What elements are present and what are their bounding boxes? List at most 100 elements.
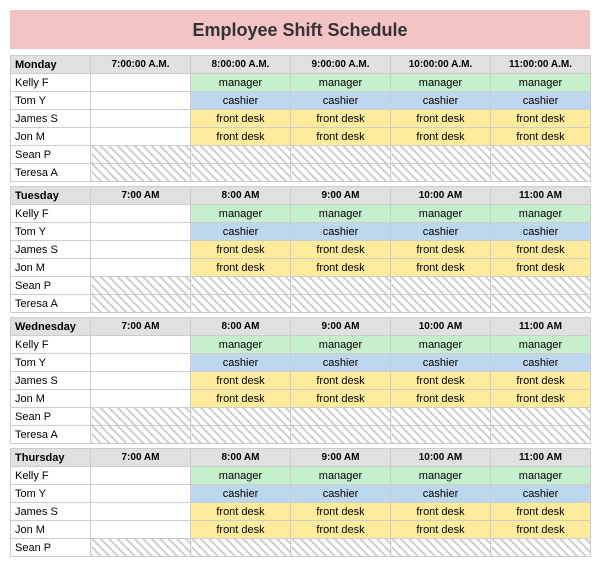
time-header-3-1: 8:00 AM	[191, 449, 291, 467]
table-row: Sean P	[11, 146, 591, 164]
employee-name: James S	[11, 503, 91, 521]
schedule-cell	[191, 164, 291, 182]
table-row: Kelly Fmanagermanagermanagermanager	[11, 336, 591, 354]
schedule-cell	[391, 426, 491, 444]
employee-name: Teresa A	[11, 426, 91, 444]
schedule-cell: front desk	[491, 259, 591, 277]
schedule-cell: manager	[391, 336, 491, 354]
schedule-cell: front desk	[291, 241, 391, 259]
schedule-cell: manager	[191, 74, 291, 92]
schedule-cell	[91, 503, 191, 521]
schedule-cell	[91, 390, 191, 408]
employee-name: Kelly F	[11, 205, 91, 223]
employee-name: Sean P	[11, 408, 91, 426]
schedule-cell	[491, 408, 591, 426]
schedule-cell: front desk	[291, 259, 391, 277]
employee-name: Sean P	[11, 146, 91, 164]
day-header-wednesday: Wednesday	[11, 318, 91, 336]
schedule-cell: front desk	[191, 390, 291, 408]
schedule-cell: manager	[191, 467, 291, 485]
employee-name: Kelly F	[11, 336, 91, 354]
table-row: Sean P	[11, 539, 591, 557]
schedule-cell	[91, 277, 191, 295]
employee-name: Jon M	[11, 259, 91, 277]
schedule-cell: manager	[391, 205, 491, 223]
time-header-1-0: 7:00 AM	[91, 187, 191, 205]
schedule-cell: manager	[291, 336, 391, 354]
time-header-0-4: 11:00:00 A.M.	[491, 56, 591, 74]
table-row: Teresa A	[11, 426, 591, 444]
employee-name: Tom Y	[11, 223, 91, 241]
schedule-cell: front desk	[491, 521, 591, 539]
schedule-cell	[491, 164, 591, 182]
schedule-cell	[91, 128, 191, 146]
schedule-cell: front desk	[391, 259, 491, 277]
schedule-cell: front desk	[191, 259, 291, 277]
table-row: Teresa A	[11, 164, 591, 182]
schedule-cell	[491, 539, 591, 557]
schedule-cell	[91, 74, 191, 92]
schedule-cell	[391, 295, 491, 313]
time-header-3-3: 10:00 AM	[391, 449, 491, 467]
schedule-cell: cashier	[291, 485, 391, 503]
schedule-cell	[391, 539, 491, 557]
schedule-cell: front desk	[491, 390, 591, 408]
employee-name: Kelly F	[11, 467, 91, 485]
schedule-cell: manager	[191, 336, 291, 354]
time-header-1-1: 8:00 AM	[191, 187, 291, 205]
schedule-cell: front desk	[291, 128, 391, 146]
table-row: Jon Mfront deskfront deskfront deskfront…	[11, 390, 591, 408]
schedule-cell	[91, 426, 191, 444]
schedule-cell	[491, 277, 591, 295]
table-row: Kelly Fmanagermanagermanagermanager	[11, 205, 591, 223]
schedule-cell: manager	[291, 74, 391, 92]
schedule-cell: front desk	[391, 521, 491, 539]
day-header-monday: Monday	[11, 56, 91, 74]
time-header-1-3: 10:00 AM	[391, 187, 491, 205]
schedule-cell	[391, 408, 491, 426]
table-row: Tom Ycashiercashiercashiercashier	[11, 92, 591, 110]
schedule-container: Monday7:00:00 A.M.8:00:00 A.M.9:00:00 A.…	[10, 55, 590, 557]
employee-name: Jon M	[11, 521, 91, 539]
table-row: James Sfront deskfront deskfront deskfro…	[11, 241, 591, 259]
schedule-cell: front desk	[391, 110, 491, 128]
title-section: Employee Shift Schedule	[10, 10, 590, 49]
schedule-cell: cashier	[291, 223, 391, 241]
schedule-cell	[191, 539, 291, 557]
table-row: Sean P	[11, 408, 591, 426]
schedule-cell: front desk	[291, 390, 391, 408]
schedule-cell	[291, 146, 391, 164]
time-header-0-2: 9:00:00 A.M.	[291, 56, 391, 74]
schedule-cell	[391, 146, 491, 164]
schedule-cell	[391, 277, 491, 295]
employee-name: Tom Y	[11, 485, 91, 503]
schedule-cell: cashier	[491, 485, 591, 503]
schedule-cell: cashier	[191, 485, 291, 503]
schedule-cell: front desk	[391, 128, 491, 146]
time-header-1-4: 11:00 AM	[491, 187, 591, 205]
schedule-cell: front desk	[191, 241, 291, 259]
schedule-cell	[491, 426, 591, 444]
schedule-cell: front desk	[291, 372, 391, 390]
employee-name: Jon M	[11, 390, 91, 408]
table-row: James Sfront deskfront deskfront deskfro…	[11, 372, 591, 390]
schedule-cell	[191, 426, 291, 444]
schedule-cell	[91, 223, 191, 241]
schedule-cell: cashier	[191, 92, 291, 110]
schedule-cell: manager	[291, 205, 391, 223]
time-header-0-0: 7:00:00 A.M.	[91, 56, 191, 74]
schedule-cell: manager	[391, 467, 491, 485]
schedule-cell	[291, 426, 391, 444]
schedule-cell	[91, 146, 191, 164]
schedule-cell	[191, 408, 291, 426]
schedule-cell: front desk	[491, 241, 591, 259]
schedule-cell	[291, 164, 391, 182]
table-row: Jon Mfront deskfront deskfront deskfront…	[11, 259, 591, 277]
employee-name: Sean P	[11, 539, 91, 557]
schedule-cell: front desk	[291, 521, 391, 539]
schedule-cell	[91, 205, 191, 223]
schedule-cell: cashier	[291, 92, 391, 110]
schedule-cell	[91, 467, 191, 485]
schedule-cell: front desk	[191, 110, 291, 128]
schedule-cell: manager	[491, 336, 591, 354]
